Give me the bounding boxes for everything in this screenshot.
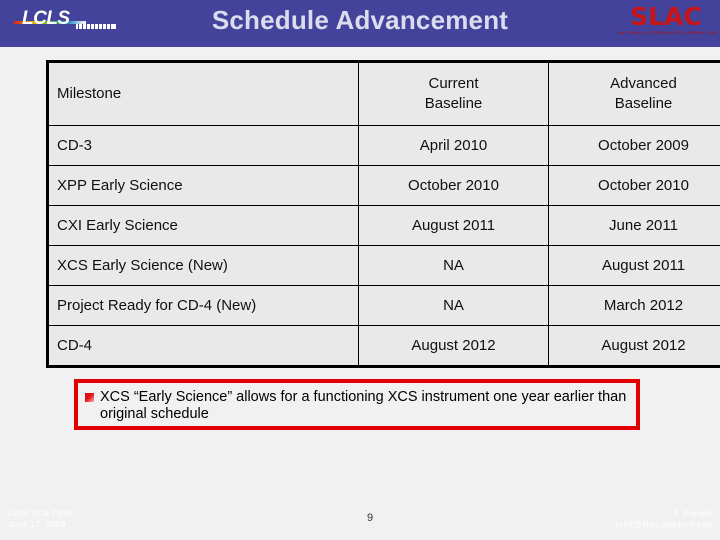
table-header-row: Milestone Current Baseline Advanced Base…	[47, 61, 720, 126]
cell-current-baseline: October 2010	[358, 165, 549, 206]
cell-milestone: CD-3	[47, 125, 359, 166]
footer-right: T. Fornek tomf@slac.stanford.edu	[616, 508, 713, 530]
lcls-logo: LCLS	[14, 8, 116, 38]
header-cell-milestone: Milestone	[47, 61, 359, 126]
cell-current-baseline: April 2010	[358, 125, 549, 166]
page-number: 9	[366, 512, 374, 524]
cell-milestone: CD-4	[47, 325, 359, 367]
cell-advanced-baseline: June 2011	[548, 205, 720, 246]
header-advanced-line1: Advanced	[610, 75, 677, 92]
header-advanced-line2: Baseline	[614, 95, 673, 112]
table-row: XCS Early Science (New) NA August 2011	[47, 245, 720, 286]
cell-advanced-baseline: March 2012	[548, 285, 720, 326]
cell-current-baseline: August 2011	[358, 205, 549, 246]
footer-date: June 17, 2009	[8, 519, 66, 529]
cell-milestone: XCS Early Science (New)	[47, 245, 359, 286]
slac-logo-subtitle: NATIONAL ACCELERATOR LABORATORY	[618, 31, 719, 35]
cell-advanced-baseline: October 2010	[548, 165, 720, 206]
slac-logo: SLAC NATIONAL ACCELERATOR LABORATORY	[618, 2, 719, 42]
cell-advanced-baseline: October 2009	[548, 125, 720, 166]
cell-milestone: CXI Early Science	[47, 205, 359, 246]
page-title: Schedule Advancement	[211, 5, 509, 35]
cell-current-baseline: NA	[358, 285, 549, 326]
cell-current-baseline: NA	[358, 245, 549, 286]
lcls-tail-ticks	[78, 24, 114, 29]
lcls-logo-text: LCLS	[22, 8, 70, 29]
header-cell-current-baseline: Current Baseline	[358, 61, 549, 126]
footer-left: LUSI XCS FIDR June 17, 2009	[8, 508, 73, 530]
table-row: CD-4 August 2012 August 2012	[47, 325, 720, 367]
milestone-table: Milestone Current Baseline Advanced Base…	[46, 60, 720, 368]
cell-advanced-baseline: August 2011	[548, 245, 720, 286]
cell-advanced-baseline: August 2012	[548, 325, 720, 367]
cell-milestone: XPP Early Science	[47, 165, 359, 206]
table-row: XPP Early Science October 2010 October 2…	[47, 165, 720, 206]
slac-logo-text: SLAC	[630, 2, 702, 31]
footer-email: tomf@slac.stanford.edu	[615, 519, 712, 529]
table-row: CXI Early Science August 2011 June 2011	[47, 205, 720, 246]
header-current-line1: Current	[428, 75, 479, 92]
header-current-line2: Baseline	[424, 95, 483, 112]
callout-box: XCS “Early Science” allows for a functio…	[74, 379, 640, 430]
header-cell-advanced-baseline: Advanced Baseline	[548, 61, 720, 126]
callout-text: XCS “Early Science” allows for a functio…	[100, 389, 627, 422]
table-row: CD-3 April 2010 October 2009	[47, 125, 720, 166]
cell-current-baseline: August 2012	[358, 325, 549, 367]
table-row: Project Ready for CD-4 (New) NA March 20…	[47, 285, 720, 326]
cell-milestone: Project Ready for CD-4 (New)	[47, 285, 359, 326]
footer-document-label: LUSI XCS FIDR	[8, 508, 73, 518]
footer-author: T. Fornek	[673, 508, 712, 518]
bullet-square-icon	[85, 393, 94, 402]
